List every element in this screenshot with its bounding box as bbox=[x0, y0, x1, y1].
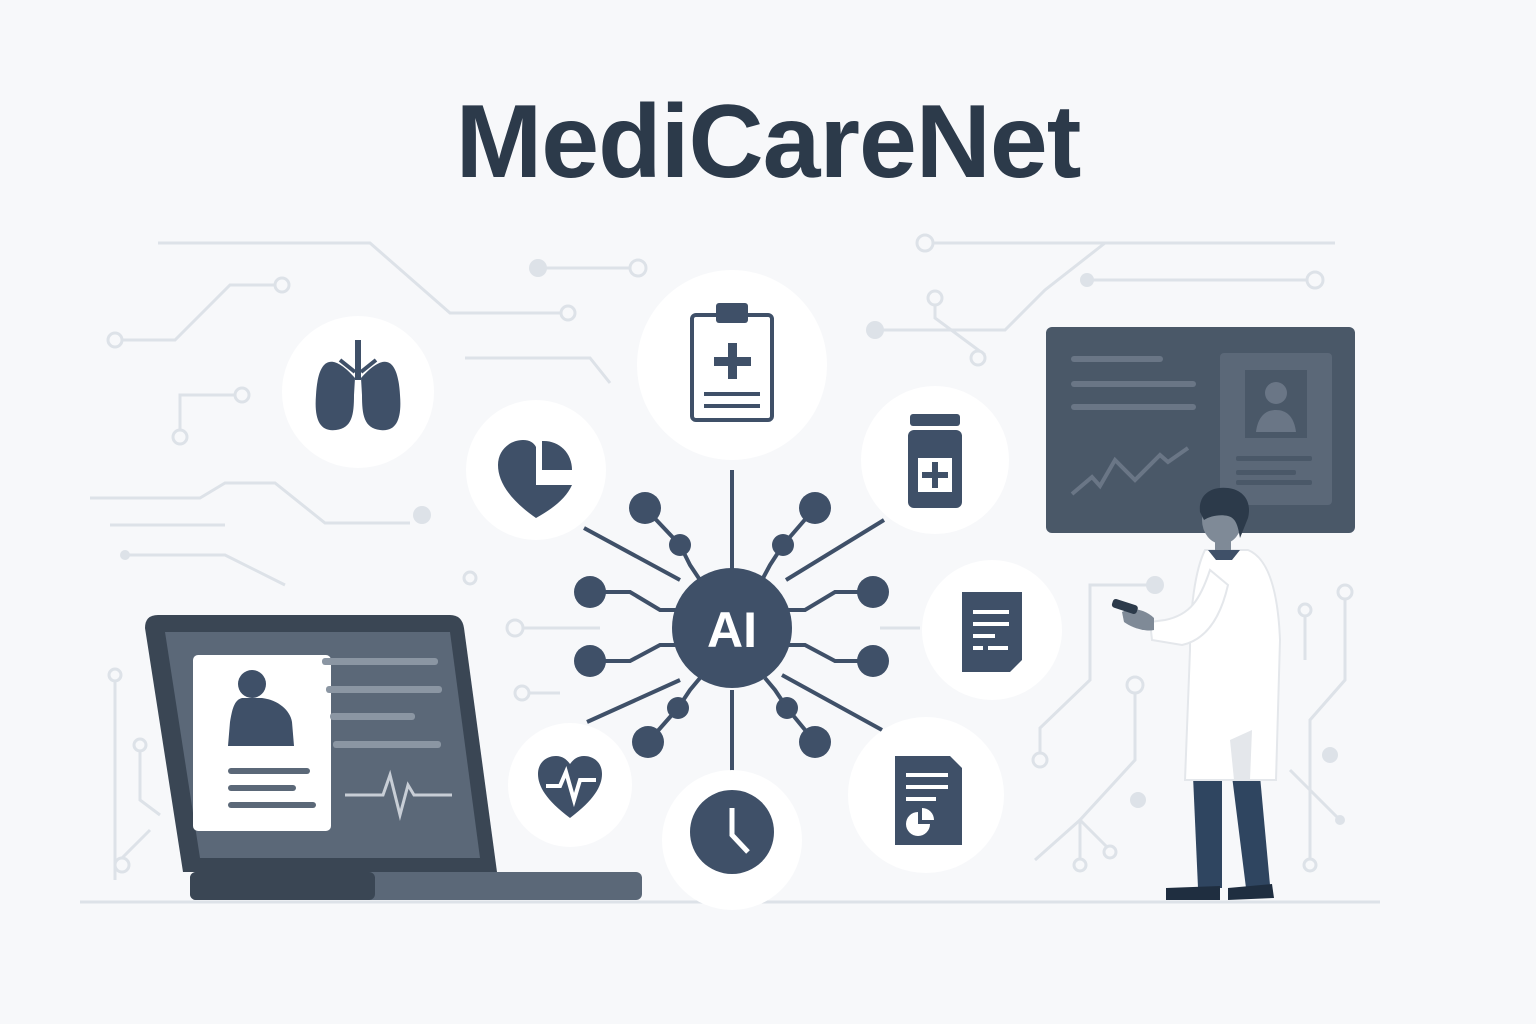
medicine-bottle-icon bbox=[861, 386, 1009, 534]
document-icon bbox=[922, 560, 1062, 700]
ai-hub-label: AI bbox=[707, 602, 757, 658]
dashboard-panel bbox=[1046, 327, 1355, 533]
heart-pulse-icon bbox=[508, 723, 632, 847]
clipboard-medical-icon bbox=[637, 270, 827, 460]
clock-icon bbox=[662, 770, 802, 910]
report-chart-icon bbox=[848, 717, 1004, 873]
lungs-icon bbox=[282, 316, 434, 468]
medicarenet-illustration: MediCareNet AI bbox=[0, 0, 1536, 1024]
heart-chart-icon bbox=[466, 400, 606, 540]
scene-illustration: AI bbox=[80, 233, 1380, 910]
patient-card bbox=[193, 655, 331, 831]
ai-hub: AI bbox=[672, 568, 792, 688]
